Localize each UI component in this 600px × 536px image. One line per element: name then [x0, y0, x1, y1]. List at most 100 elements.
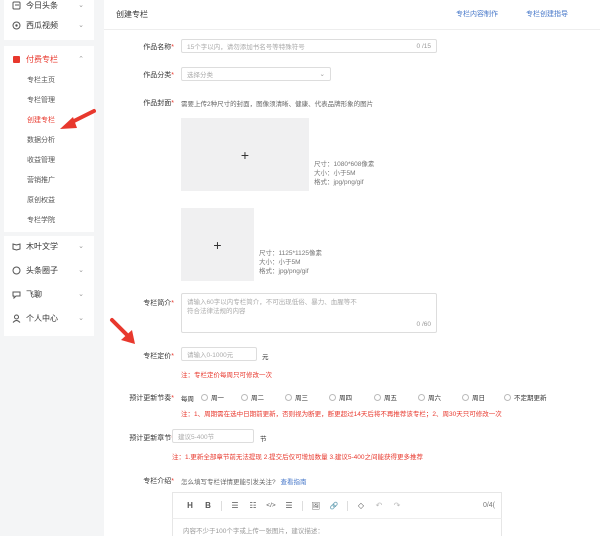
day-label: 周五 — [384, 395, 397, 402]
day-option-wed[interactable]: 周三 — [285, 392, 308, 402]
day-label: 周日 — [472, 395, 485, 402]
schedule-label: 预计更新节奏* — [129, 395, 174, 402]
cover-upload-large[interactable]: + — [181, 118, 309, 191]
schedule-note: 注：1、周期需在选中日期前更新，否则视为断更，断更超过14天后将不再推荐该专栏；… — [181, 411, 502, 418]
toolbar-divider — [302, 500, 303, 511]
sidebar-item-profile[interactable]: 个人中心 ⌄ — [4, 308, 94, 328]
book-icon — [12, 55, 21, 64]
sidebar-pay-card: 付费专栏 ⌃ 专栏主页 专栏管理 创建专栏 数据分析 收益管理 营销推广 原创权… — [4, 46, 94, 232]
main-panel: 创建专栏 专栏内容制作 专栏创建指导 作品名称* 15个字以内，请勿添加书名号等… — [104, 0, 600, 536]
chevron-down-icon: ⌄ — [78, 267, 84, 274]
chevron-down-icon: ⌄ — [78, 315, 84, 322]
sidebar-subitem-academy[interactable]: 专栏学院 — [27, 215, 55, 225]
bold-button[interactable]: B — [199, 501, 217, 510]
day-option-sat[interactable]: 周六 — [418, 392, 441, 402]
day-option-fri[interactable]: 周五 — [374, 392, 397, 402]
radio-icon — [201, 393, 208, 401]
sidebar-item-circle[interactable]: 头条圈子 ⌄ — [4, 260, 94, 280]
description-hint-text: 怎么填写专栏详情更能引发关注? — [181, 479, 276, 486]
sidebar-item-label: 今日头条 — [26, 0, 58, 10]
spec-format: 格式：jpg/png/gif — [314, 179, 364, 186]
chapters-note: 注：1.更新全部章节前无法提现 2.提交后仅可增加数量 3.建议5-400之间能… — [172, 454, 423, 461]
spec-filesize: 大小：小于5M — [259, 259, 301, 266]
day-option-thu[interactable]: 周四 — [329, 392, 352, 402]
book-open-icon — [12, 242, 21, 251]
heading-button[interactable]: H — [181, 501, 199, 510]
align-button[interactable]: ☰ — [280, 501, 298, 510]
sidebar-item-pay-column[interactable]: 付费专栏 ⌃ — [4, 49, 94, 69]
sidebar-subitem-income[interactable]: 收益管理 — [27, 155, 55, 165]
description-counter: 0/4( — [482, 502, 495, 509]
toolbar-divider — [347, 500, 348, 511]
chapters-input[interactable]: 建议5-400节 — [172, 429, 254, 443]
description-editor[interactable]: 内容不少于100个字或上传一张图片，建议描述： — [172, 518, 502, 536]
description-placeholder: 内容不少于100个字或上传一张图片，建议描述： — [183, 528, 324, 535]
radio-icon — [374, 393, 381, 401]
sidebar-subitem-home[interactable]: 专栏主页 — [27, 75, 55, 85]
sidebar-item-label: 西瓜视频 — [26, 20, 58, 30]
sidebar-item-chat[interactable]: 飞聊 ⌄ — [4, 284, 94, 304]
watermelon-video-icon — [12, 21, 21, 30]
chapters-unit: 节 — [260, 436, 267, 443]
column-guide-link[interactable]: 专栏创建指导 — [526, 9, 568, 19]
name-placeholder: 15个字以内，请勿添加书名号等特殊符号 — [187, 44, 305, 51]
day-option-tue[interactable]: 周二 — [241, 392, 264, 402]
sidebar-subitem-manage[interactable]: 专栏管理 — [27, 95, 55, 105]
day-option-mon[interactable]: 周一 — [201, 392, 224, 402]
radio-icon — [285, 393, 292, 401]
name-input[interactable]: 15个字以内，请勿添加书名号等特殊符号 0 /15 — [181, 39, 437, 53]
page-title: 创建专栏 — [116, 10, 148, 19]
sidebar-bottom-card: 木叶文学 ⌄ 头条圈子 ⌄ 飞聊 ⌄ 个人中心 ⌄ — [4, 236, 94, 336]
sidebar-item-label: 木叶文学 — [26, 241, 58, 251]
spec-filesize: 大小：小于5M — [314, 170, 356, 177]
price-note: 注：专栏定价每周只可修改一次 — [181, 372, 272, 379]
image-button[interactable]: 🖼 — [307, 502, 325, 510]
guide-link[interactable]: 查看指南 — [280, 479, 306, 486]
day-label: 周三 — [295, 395, 308, 402]
chevron-down-icon: ⌄ — [78, 243, 84, 250]
sidebar-subitem-rights[interactable]: 原创权益 — [27, 195, 55, 205]
sidebar-subitem-create[interactable]: 创建专栏 — [27, 115, 55, 125]
header: 创建专栏 专栏内容制作 专栏创建指导 — [104, 0, 600, 30]
sidebar-top-card: 今日头条 ⌄ 西瓜视频 ⌄ — [4, 0, 94, 40]
radio-icon — [329, 393, 336, 401]
sidebar-subitem-marketing[interactable]: 营销推广 — [27, 175, 55, 185]
chevron-down-icon: ⌄ — [78, 2, 84, 9]
day-option-sun[interactable]: 周日 — [462, 392, 485, 402]
description-label: 专栏介绍* — [143, 478, 174, 485]
plus-icon: + — [240, 146, 250, 163]
category-label: 作品分类* — [143, 72, 174, 79]
category-select[interactable]: 选择分类 ⌄ — [181, 67, 331, 81]
link-button[interactable]: 🔗 — [325, 502, 343, 510]
price-placeholder: 请输入0-1000元 — [187, 352, 234, 359]
code-button[interactable]: </> — [262, 502, 280, 509]
chevron-down-icon: ⌄ — [319, 71, 325, 78]
plus-icon: + — [213, 236, 222, 253]
price-input[interactable]: 请输入0-1000元 — [181, 347, 257, 361]
red-arrow-annotation — [60, 109, 96, 129]
ordered-list-button[interactable]: ☷ — [244, 501, 262, 510]
name-counter: 0 /15 — [416, 42, 431, 50]
chevron-down-icon: ⌄ — [78, 22, 84, 29]
sidebar-subitem-data[interactable]: 数据分析 — [27, 135, 55, 145]
sidebar-item-headline[interactable]: 今日头条 ⌄ — [4, 0, 94, 15]
redo-button[interactable]: ↷ — [388, 501, 406, 510]
day-option-irregular[interactable]: 不定期更新 — [504, 392, 547, 402]
bullet-list-button[interactable]: ☰ — [226, 501, 244, 510]
spec-size: 尺寸：1125*1125像素 — [259, 250, 322, 257]
day-label: 不定期更新 — [514, 395, 547, 402]
clear-format-button[interactable]: ◇ — [352, 501, 370, 510]
description-hint: 怎么填写专栏详情更能引发关注? 查看指南 — [181, 476, 306, 486]
intro-label: 专栏简介* — [143, 300, 174, 307]
sidebar: 今日头条 ⌄ 西瓜视频 ⌄ 付费专栏 ⌃ 专栏主页 专栏管理 创建专栏 数据分析… — [0, 0, 96, 536]
column-production-link[interactable]: 专栏内容制作 — [456, 9, 498, 19]
undo-button[interactable]: ↶ — [370, 501, 388, 510]
user-icon — [12, 314, 21, 323]
chevron-down-icon: ⌄ — [78, 291, 84, 298]
cover-hint: 需要上传2种尺寸的封面，图像须清晰、健康、代表品牌形象的图片 — [181, 101, 374, 108]
sidebar-item-label: 付费专栏 — [26, 54, 58, 64]
sidebar-item-literature[interactable]: 木叶文学 ⌄ — [4, 236, 94, 256]
intro-textarea[interactable]: 请输入60字以内专栏简介，不可出现低俗、暴力、血腥等不符合法律法规的内容 0 /… — [181, 293, 437, 333]
sidebar-item-video[interactable]: 西瓜视频 ⌄ — [4, 15, 94, 35]
cover-upload-square[interactable]: + — [181, 208, 254, 281]
